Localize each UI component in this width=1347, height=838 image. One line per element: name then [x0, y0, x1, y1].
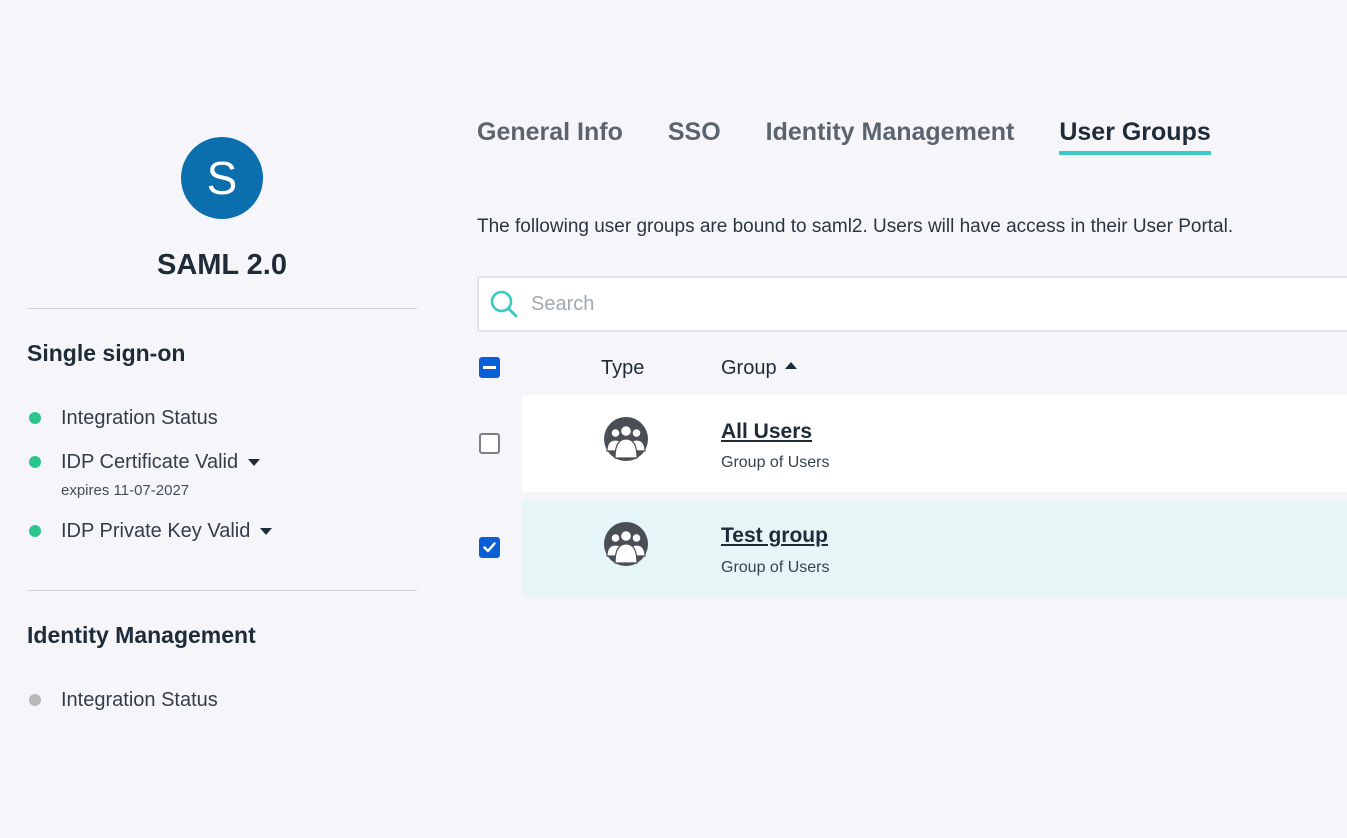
search-icon	[490, 290, 518, 318]
row-checkbox[interactable]	[479, 433, 500, 454]
sso-section-heading: Single sign-on	[27, 340, 186, 366]
checkmark-icon	[483, 542, 496, 553]
sso-integration-status: Integration Status	[27, 403, 218, 433]
idm-integration-status: Integration Status	[27, 685, 218, 715]
column-header-type: Type	[601, 357, 645, 379]
tab-general-info[interactable]: General Info	[477, 118, 623, 151]
status-dot-green-icon	[29, 456, 41, 468]
column-header-group[interactable]: Group	[721, 357, 797, 380]
group-name-link[interactable]: Test group	[721, 524, 828, 548]
table-row[interactable]: All Users Group of Users	[522, 395, 1347, 492]
status-label: IDP Private Key Valid	[61, 519, 251, 542]
tab-bar: General Info SSO Identity Management Use…	[477, 118, 1256, 155]
idp-certificate-status[interactable]: IDP Certificate Valid	[27, 447, 261, 477]
user-group-icon	[604, 417, 648, 461]
idp-private-key-status[interactable]: IDP Private Key Valid	[27, 516, 273, 546]
tab-identity-management[interactable]: Identity Management	[766, 118, 1015, 151]
row-checkbox[interactable]	[479, 537, 500, 558]
idm-section-heading: Identity Management	[27, 622, 256, 648]
sort-ascending-icon	[784, 362, 797, 370]
page: S SAML 2.0 Single sign-on Integration St…	[0, 0, 1347, 838]
group-description: Group of Users	[721, 559, 830, 576]
app-avatar: S	[181, 137, 263, 219]
caret-down-icon[interactable]	[248, 458, 261, 466]
tab-sso[interactable]: SSO	[668, 118, 721, 151]
app-name: SAML 2.0	[156, 249, 287, 281]
tab-user-groups[interactable]: User Groups	[1059, 118, 1212, 155]
search-input[interactable]	[531, 292, 1231, 316]
user-groups-description: The following user groups are bound to s…	[477, 216, 1234, 237]
status-label: Integration Status	[61, 406, 218, 429]
group-name-link[interactable]: All Users	[721, 420, 812, 444]
status-label: Integration Status	[61, 688, 218, 711]
certificate-expiry-note: expires 11-07-2027	[61, 482, 190, 499]
search-box[interactable]	[477, 276, 1347, 332]
status-dot-green-icon	[29, 525, 41, 537]
status-dot-gray-icon	[29, 694, 41, 706]
sidebar-divider	[27, 308, 417, 309]
group-description: Group of Users	[721, 454, 830, 471]
status-dot-green-icon	[29, 412, 41, 424]
user-group-icon	[604, 522, 648, 566]
status-label: IDP Certificate Valid	[61, 450, 239, 473]
sidebar-divider	[27, 590, 417, 591]
caret-down-icon[interactable]	[260, 527, 273, 535]
select-all-checkbox[interactable]	[479, 357, 500, 378]
table-row[interactable]: Test group Group of Users	[522, 500, 1347, 597]
column-header-group-label: Group	[721, 357, 777, 379]
